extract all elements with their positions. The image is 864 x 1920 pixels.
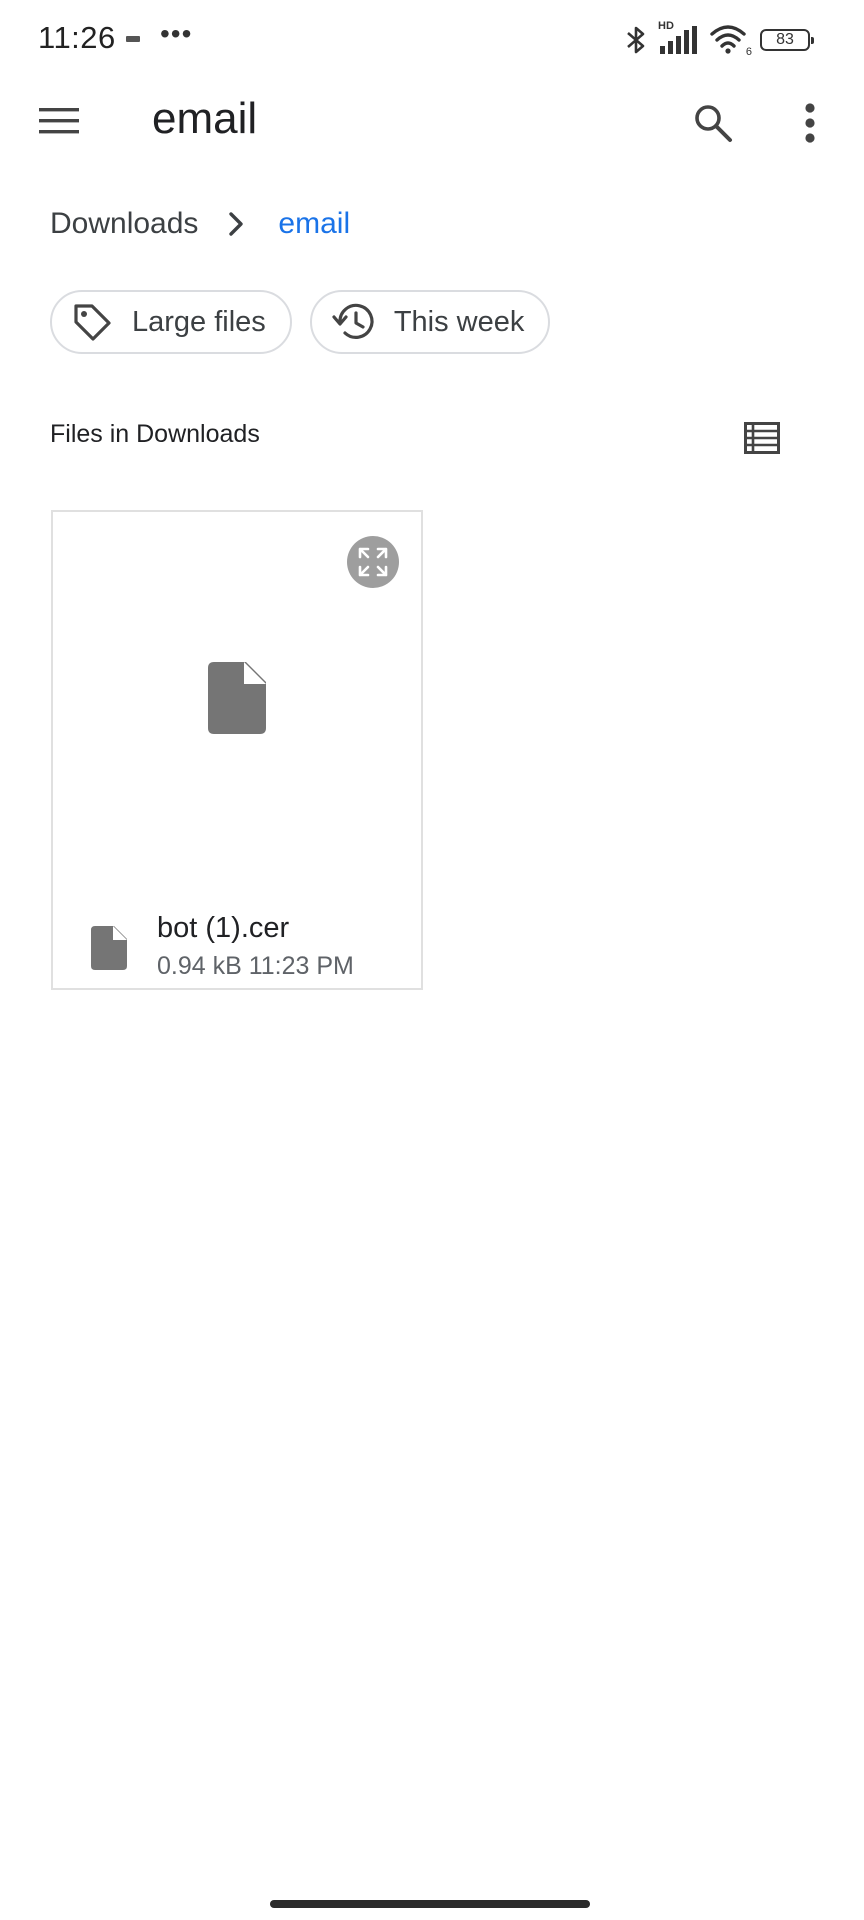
menu-icon [39, 108, 79, 134]
section-title: Files in Downloads [50, 420, 260, 448]
list-view-icon [744, 422, 780, 454]
breadcrumb-current[interactable]: email [278, 207, 350, 241]
breadcrumb: Downloads email [50, 200, 350, 248]
more-vert-icon [805, 103, 815, 143]
file-name: bot (1).cer [157, 912, 290, 944]
breadcrumb-downloads[interactable]: Downloads [50, 207, 198, 241]
status-time: 11:26 [38, 20, 116, 55]
page-title: email [152, 94, 258, 143]
fullscreen-icon [358, 547, 388, 577]
app-bar: email [0, 80, 864, 164]
file-time: 11:23 PM [248, 952, 354, 980]
history-icon [330, 300, 376, 344]
gesture-nav-bar[interactable] [270, 1900, 590, 1908]
cell-signal-icon: HD [658, 20, 700, 56]
chip-label: Large files [132, 305, 266, 338]
filter-chips: Large files This week [50, 290, 551, 354]
file-card[interactable]: bot (1).cer 0.94 kB 11:23 PM [51, 510, 423, 990]
status-more-indicator: ••• [160, 18, 193, 49]
battery-level: 83 [776, 31, 794, 48]
file-meta: bot (1).cer 0.94 kB 11:23 PM [53, 902, 421, 990]
status-icons: HD 6 83 [624, 20, 814, 58]
bluetooth-icon [627, 26, 645, 54]
search-icon [695, 105, 732, 142]
view-toggle-button[interactable] [742, 418, 782, 458]
more-options-button[interactable] [780, 90, 840, 156]
menu-button[interactable] [28, 90, 90, 152]
expand-preview-button[interactable] [347, 536, 399, 588]
file-size: 0.94 kB [157, 952, 242, 980]
search-button[interactable] [680, 90, 746, 156]
chip-this-week[interactable]: This week [309, 290, 551, 354]
wifi-tag: 6 [745, 46, 752, 58]
tag-icon [70, 300, 114, 344]
status-bar: 11:26 ••• HD 6 83 [0, 0, 864, 80]
chip-large-files[interactable]: Large files [50, 290, 292, 354]
file-preview-icon [208, 662, 266, 739]
chip-label: This week [393, 305, 525, 338]
notification-icon [126, 36, 140, 42]
file-details: 0.94 kB 11:23 PM [157, 952, 354, 981]
wifi-icon: 6 [710, 24, 752, 58]
chevron-right-icon [228, 211, 244, 237]
file-icon [91, 926, 127, 975]
battery-icon: 83 [760, 29, 814, 51]
